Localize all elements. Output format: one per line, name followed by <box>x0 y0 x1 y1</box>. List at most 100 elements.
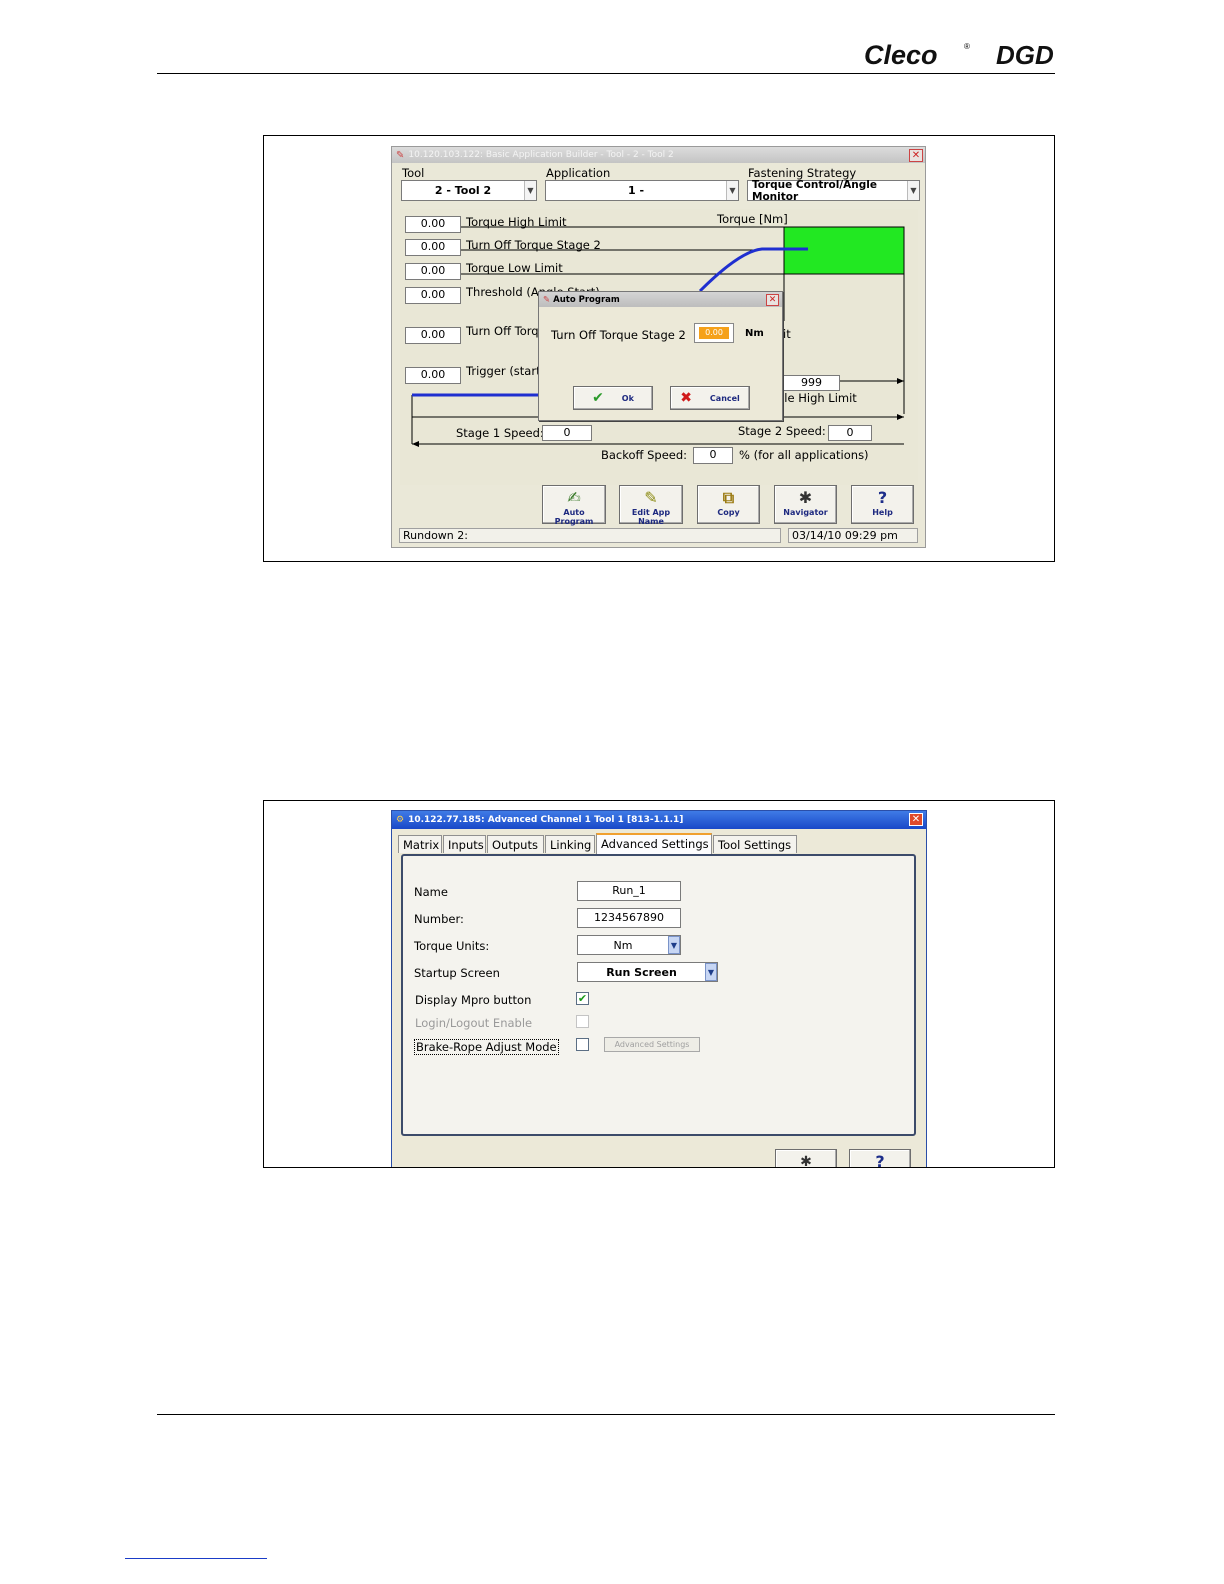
dialog-app-icon: ✎ <box>543 294 551 305</box>
navigator-icon: ✱ <box>798 488 813 507</box>
advanced-settings-window: ⚙ 10.122.77.185: Advanced Channel 1 Tool… <box>391 810 927 1167</box>
dialog-field-label: Turn Off Torque Stage 2 <box>551 328 686 342</box>
arrow-head <box>897 378 904 384</box>
limit-label-fragment: it <box>783 327 791 341</box>
app-icon: ✎ <box>396 149 405 161</box>
navigator-icon: ✱ <box>800 1154 812 1167</box>
torque-units-select[interactable]: Nm ▼ <box>577 935 681 955</box>
dialog-close-icon[interactable]: ✕ <box>766 294 779 306</box>
navigator-button[interactable]: ✱ Navigator <box>774 485 837 524</box>
tab-strip: Matrix Inputs Outputs Linking Advanced S… <box>398 833 918 855</box>
tab-matrix[interactable]: Matrix <box>398 835 442 853</box>
angle-high-limit-label: gle High Limit <box>777 391 857 405</box>
torque-high-limit-field[interactable]: 0.00 <box>405 216 461 233</box>
dialog-title: Auto Program <box>553 294 620 305</box>
turn-off-torque-field[interactable]: 0.00 <box>405 327 461 344</box>
backoff-speed-suffix: % (for all applications) <box>739 448 869 462</box>
display-mpro-checkbox[interactable]: ✔ <box>576 992 589 1005</box>
help-icon: ? <box>877 488 888 507</box>
tool-select-value: 2 - Tool 2 <box>434 184 492 197</box>
dialog-cancel-label: Cancel <box>709 393 740 403</box>
chevron-down-icon: ▼ <box>524 181 536 200</box>
brake-rope-checkbox[interactable] <box>576 1038 589 1051</box>
window-title: 10.120.103.122: Basic Application Builde… <box>408 150 674 160</box>
status-bar-timestamp: 03/14/10 09:29 pm <box>788 528 918 543</box>
dgd-logo: DGD <box>996 40 1054 70</box>
strategy-select-value: Torque Control/Angle Monitor <box>752 178 878 203</box>
threshold-field[interactable]: 0.00 <box>405 287 461 304</box>
tool-select[interactable]: 2 - Tool 2 ▼ <box>401 180 537 201</box>
advanced-settings-panel: Name Run_1 Number: 1234567890 Torque Uni… <box>401 854 916 1136</box>
tab-advanced-settings[interactable]: Advanced Settings <box>596 833 712 854</box>
chevron-down-icon: ▼ <box>907 181 919 200</box>
navigator-button-label: Navigator <box>783 508 828 517</box>
backoff-speed-label: Backoff Speed: <box>601 448 688 462</box>
chevron-down-icon: ▼ <box>668 936 680 954</box>
help-icon: ? <box>875 1152 885 1167</box>
close-icon[interactable]: ✕ <box>909 149 923 162</box>
backoff-speed-field[interactable]: 0 <box>693 447 733 464</box>
strategy-select[interactable]: Torque Control/Angle Monitor ▼ <box>747 178 920 203</box>
arrow-head <box>897 414 904 420</box>
login-logout-label: Login/Logout Enable <box>415 1016 533 1030</box>
tab-linking[interactable]: Linking <box>545 835 595 853</box>
trigger-field[interactable]: 0.00 <box>405 367 461 384</box>
close-icon[interactable]: ✕ <box>909 813 923 826</box>
chevron-down-icon: ▼ <box>705 963 717 981</box>
copy-button[interactable]: ⧉ Copy <box>697 485 760 524</box>
stage1-speed-field[interactable]: 0 <box>542 425 592 441</box>
help-button[interactable]: ? <box>849 1149 911 1167</box>
startup-screen-select[interactable]: Run Screen ▼ <box>577 962 718 982</box>
torque-units-value: Nm <box>613 938 633 952</box>
tool-label: Tool <box>402 166 425 180</box>
help-button[interactable]: ? Help <box>851 485 914 524</box>
dialog-torque-value: 0.00 <box>699 327 729 339</box>
tab-inputs[interactable]: Inputs <box>443 835 486 853</box>
stage1-speed-label: Stage 1 Speed: <box>456 426 544 440</box>
torque-low-limit-field[interactable]: 0.00 <box>405 263 461 280</box>
dialog-ok-label: Ok <box>621 393 634 403</box>
cleco-logo: Cleco <box>864 40 938 70</box>
torque-low-limit-label: Torque Low Limit <box>466 261 563 275</box>
tab-outputs[interactable]: Outputs <box>487 835 544 853</box>
startup-screen-value: Run Screen <box>606 965 677 979</box>
name-field[interactable]: Run_1 <box>577 881 681 901</box>
stage2-speed-field[interactable]: 0 <box>828 425 872 441</box>
pencil-icon: ✎ <box>644 488 658 507</box>
dialog-title-bar: ✎ Auto Program <box>539 292 782 307</box>
advanced-settings-button[interactable]: Advanced Settings <box>604 1037 700 1052</box>
dialog-unit-label: Nm <box>745 328 764 339</box>
brake-rope-label: Brake-Rope Adjust Mode <box>414 1039 559 1055</box>
number-field[interactable]: 1234567890 <box>577 908 681 928</box>
status-bar-left: Rundown 2: <box>399 528 781 543</box>
copy-icon: ⧉ <box>722 488 735 507</box>
startup-screen-label: Startup Screen <box>414 966 500 980</box>
turn-off-torque-stage2-field[interactable]: 0.00 <box>405 239 461 256</box>
edit-app-name-button-label: Edit App Name <box>631 508 671 526</box>
torque-high-limit-label: Torque High Limit <box>466 215 567 229</box>
checkmark-icon: ✔ <box>577 992 588 1005</box>
registered-mark: ® <box>964 42 970 51</box>
name-label: Name <box>414 885 448 899</box>
window-title-bar: ✎ 10.120.103.122: Basic Application Buil… <box>392 147 925 163</box>
navigator-button[interactable]: ✱ <box>775 1149 837 1167</box>
window-title: 10.122.77.185: Advanced Channel 1 Tool 1… <box>408 815 684 825</box>
login-logout-checkbox[interactable] <box>576 1015 589 1028</box>
dialog-torque-field[interactable]: 0.00 <box>694 323 734 343</box>
turn-off-torque-stage2-label: Turn Off Torque Stage 2 <box>466 238 601 252</box>
chevron-down-icon: ▼ <box>726 181 738 200</box>
tab-tool-settings[interactable]: Tool Settings <box>713 835 797 853</box>
basic-application-builder-window: ✎ 10.120.103.122: Basic Application Buil… <box>391 146 926 548</box>
brand-logo: Cleco ® DGD <box>862 40 1062 70</box>
auto-program-button[interactable]: ✍ Auto Program <box>542 485 606 526</box>
dialog-cancel-button[interactable]: ✖ Cancel <box>670 386 750 410</box>
application-label: Application <box>546 166 611 180</box>
angle-high-limit-field[interactable]: 999 <box>783 375 840 391</box>
cancel-x-icon: ✖ <box>680 390 692 406</box>
auto-program-icon: ✍ <box>567 488 581 507</box>
footer-link-underline <box>125 1558 267 1559</box>
edit-app-name-button[interactable]: ✎ Edit App Name <box>619 485 683 526</box>
dialog-ok-button[interactable]: ✔ Ok <box>573 386 653 410</box>
application-select[interactable]: 1 - ▼ <box>545 180 739 201</box>
auto-program-dialog: ✎ Auto Program ✕ Turn Off Torque Stage 2… <box>538 291 783 421</box>
